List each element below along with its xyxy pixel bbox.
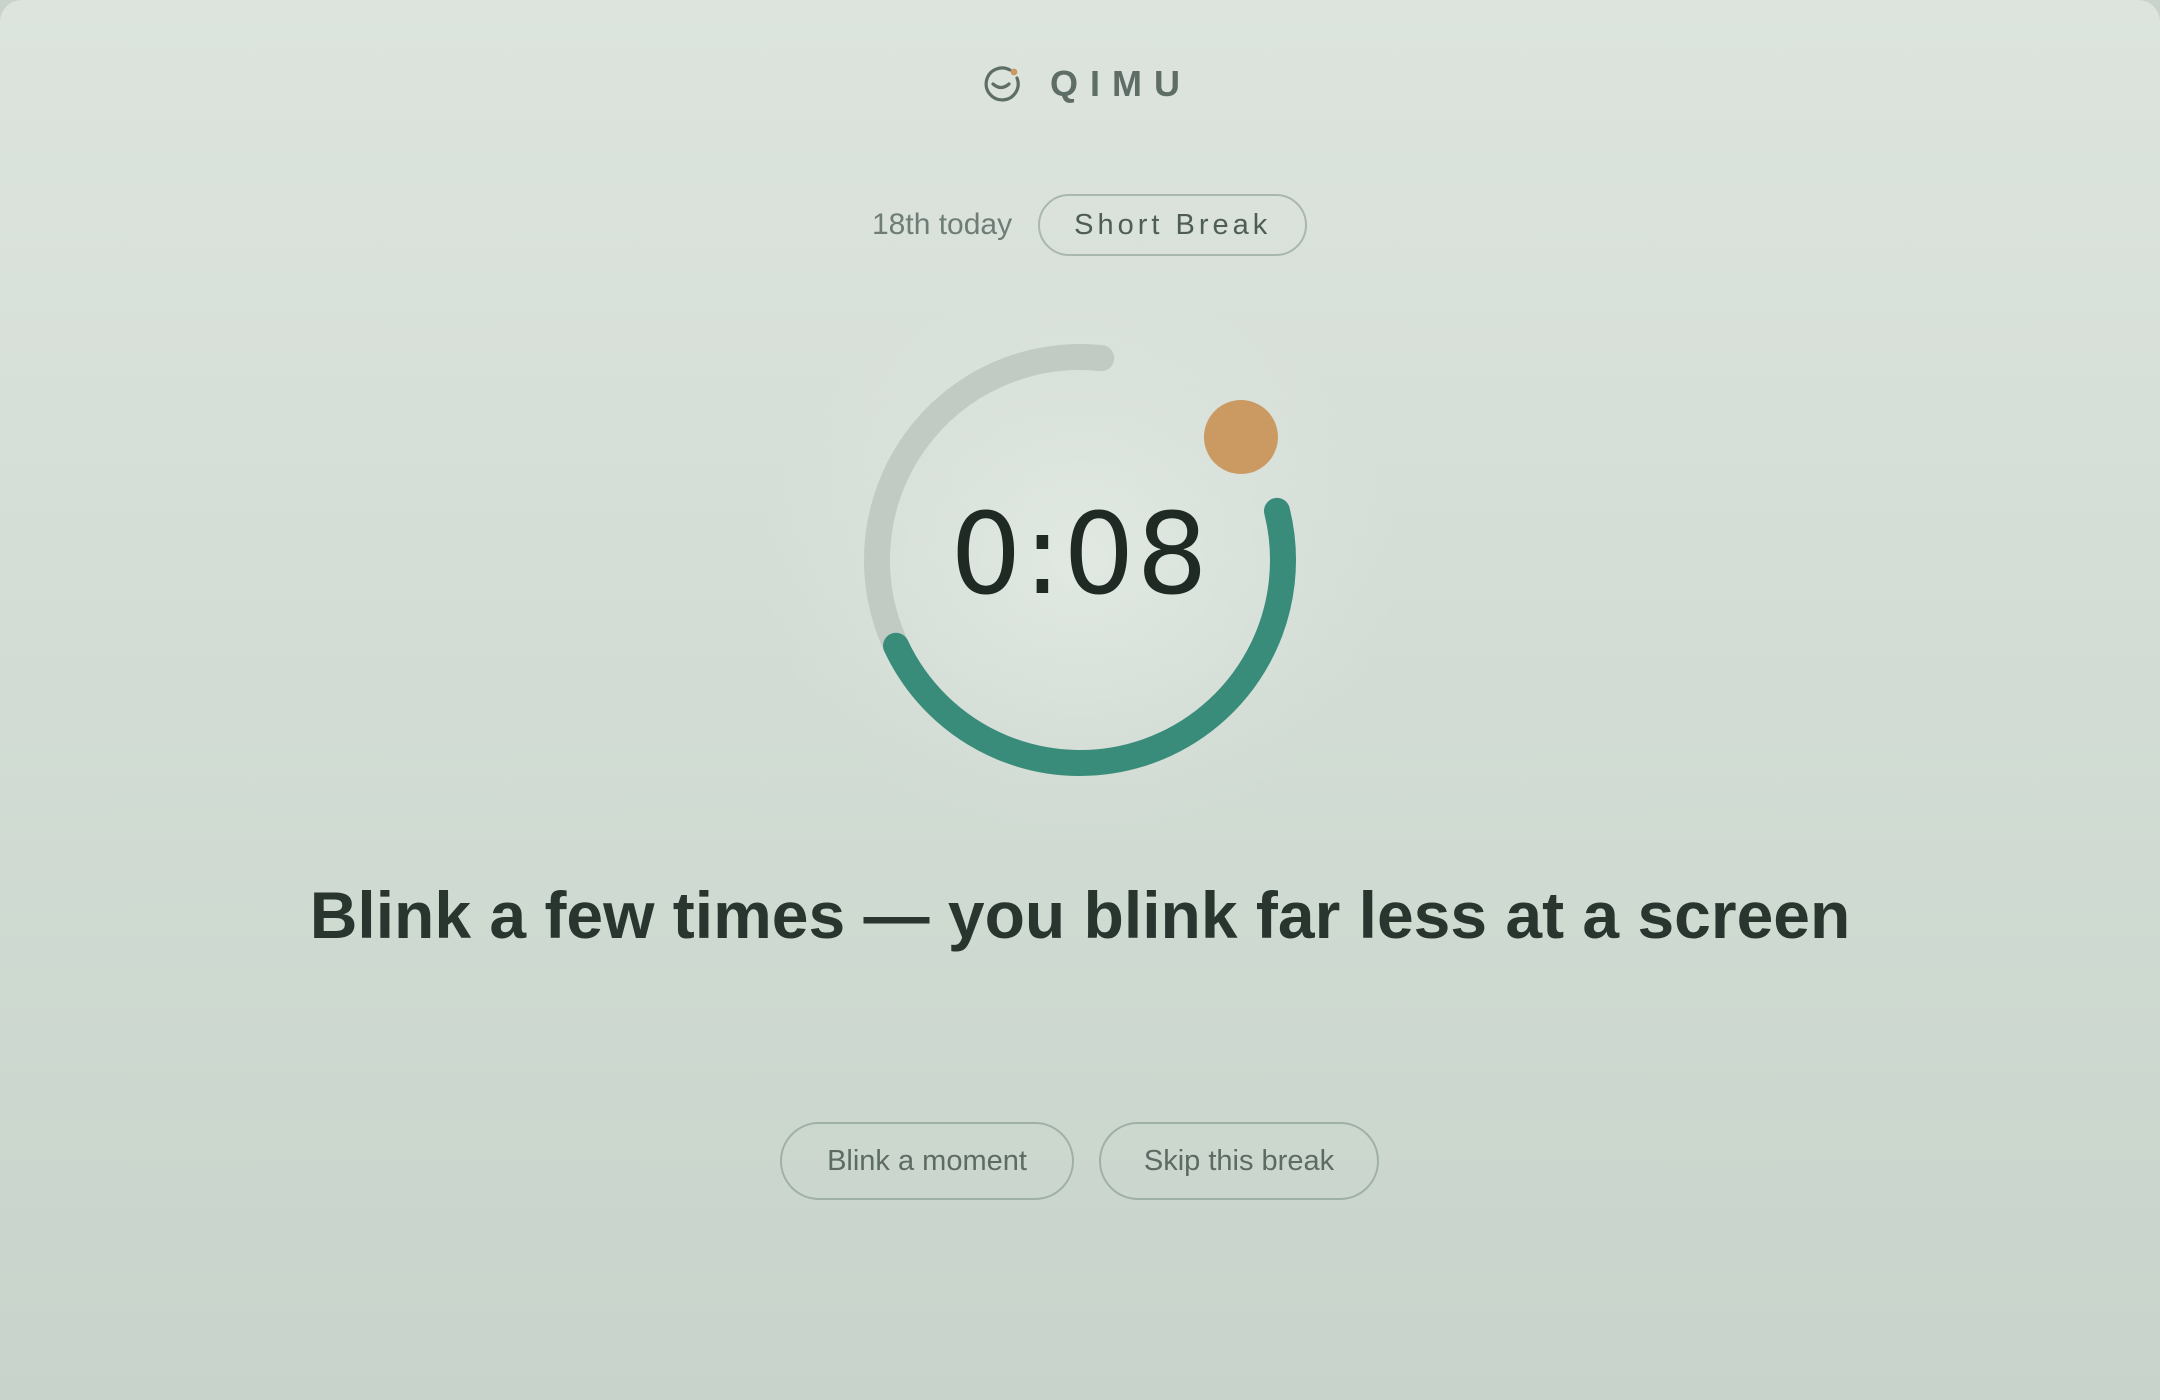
- session-info: 18th today Short Break: [872, 192, 1308, 258]
- session-count: 18th today: [872, 208, 1013, 241]
- progress-marker: [1203, 400, 1278, 475]
- break-screen: QIMU 18th today Short Break 0:08 Blink a…: [0, 0, 2160, 1400]
- break-type-badge: Short Break: [1038, 194, 1308, 256]
- smile-face-icon: [984, 66, 1020, 102]
- blink-moment-button[interactable]: Blink a moment: [780, 1122, 1074, 1200]
- break-actions: Blink a moment Skip this break: [780, 1122, 1379, 1200]
- app-name: QIMU: [1050, 63, 1192, 104]
- skip-break-button[interactable]: Skip this break: [1099, 1122, 1379, 1200]
- countdown-time: 0:08: [950, 490, 1210, 620]
- break-prompt: Blink a few times — you blink far less a…: [309, 878, 1851, 952]
- app-header: QIMU: [980, 60, 1192, 108]
